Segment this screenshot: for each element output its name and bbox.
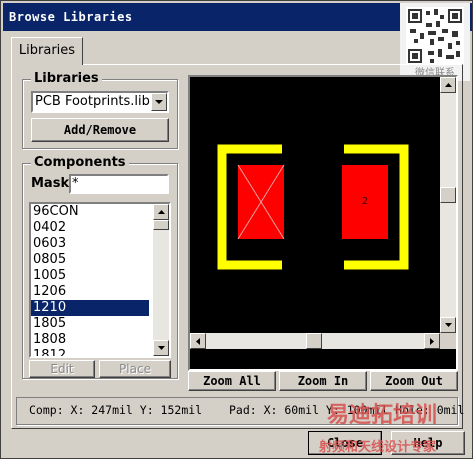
list-item[interactable]: 1206 [31, 284, 149, 300]
list-item[interactable]: 1005 [31, 268, 149, 284]
component-list[interactable]: 96CON 0402 0603 0805 1005 1206 1210 1805 1808 181… [29, 202, 171, 358]
library-dropdown-button[interactable] [151, 93, 167, 111]
tab-libraries-label: Libraries [18, 43, 76, 58]
add-remove-label: Add/Remove [63, 123, 137, 137]
mask-input[interactable]: * [69, 174, 169, 194]
chevron-down-icon [157, 346, 165, 350]
preview-scroll-left-button[interactable] [190, 333, 206, 349]
zoom-in-label: Zoom In [297, 374, 349, 388]
list-item[interactable]: 96CON [31, 204, 149, 220]
place-button[interactable]: Place [99, 360, 171, 378]
scroll-up-button[interactable] [153, 204, 169, 220]
list-item[interactable]: 1808 [31, 332, 149, 348]
brand-watermark: 易迪拓培训 [327, 403, 438, 428]
preview-vscrollbar[interactable] [440, 77, 456, 333]
library-select[interactable]: PCB Footprints.lib [31, 91, 169, 113]
components-group: Components Mask * 96CON 0402 0603 0805 1005 1… [22, 155, 178, 379]
component-list-scroll-thumb[interactable] [153, 220, 169, 230]
footprint-canvas: 2 [190, 77, 436, 349]
component-list-items: 96CON 0402 0603 0805 1005 1206 1210 1805 1808 181… [31, 204, 169, 356]
mask-input-value: * [72, 176, 79, 191]
zoom-all-button[interactable]: Zoom All [188, 371, 276, 391]
qr-code-icon [406, 7, 464, 65]
list-item[interactable]: 0402 [31, 220, 149, 236]
zoom-out-button[interactable]: Zoom Out [370, 371, 458, 391]
chevron-down-icon [444, 323, 452, 327]
zoom-out-label: Zoom Out [385, 374, 443, 388]
preview-scroll-up-button[interactable] [440, 77, 456, 93]
scroll-down-button[interactable] [153, 340, 169, 356]
chevron-down-icon [155, 99, 163, 104]
window-title: Browse Libraries [9, 10, 133, 24]
chevron-left-icon [196, 337, 200, 345]
components-group-legend: Components [31, 155, 129, 170]
browse-libraries-dialog: Browse Libraries 微信联系 Libraries Librarie… [0, 0, 473, 459]
comp-status: Comp: X: 247mil Y: 152mil [29, 403, 203, 417]
zoom-all-label: Zoom All [203, 374, 261, 388]
place-label: Place [119, 362, 151, 376]
chevron-up-icon [444, 83, 452, 87]
edit-button[interactable]: Edit [29, 360, 95, 378]
list-item[interactable]: 1812 [31, 348, 149, 356]
component-list-scrollbar[interactable] [153, 204, 169, 356]
libraries-group-legend: Libraries [31, 71, 102, 86]
chevron-up-icon [157, 210, 165, 214]
list-item[interactable]: 0805 [31, 252, 149, 268]
pad-2-number: 2 [362, 196, 368, 207]
libraries-tab-panel: Libraries PCB Footprints.lib Add/Remove … [11, 64, 463, 429]
tab-libraries[interactable]: Libraries [11, 37, 83, 65]
preview-scroll-down-button[interactable] [440, 317, 456, 333]
brand-tagline: 射频和天线设计专家 [319, 440, 437, 455]
preview-vscroll-thumb[interactable] [440, 187, 456, 203]
list-item[interactable]: 1210 [31, 300, 149, 316]
library-select-value: PCB Footprints.lib [35, 94, 150, 109]
libraries-group: Libraries PCB Footprints.lib Add/Remove [22, 71, 178, 149]
list-item[interactable]: 1805 [31, 316, 149, 332]
chevron-right-icon [430, 337, 434, 345]
preview-hscrollbar[interactable] [190, 333, 440, 349]
edit-label: Edit [50, 362, 74, 376]
scroll-corner [440, 333, 456, 349]
footprint-preview[interactable]: 2 [188, 75, 458, 371]
zoom-in-button[interactable]: Zoom In [279, 371, 367, 391]
mask-label: Mask [31, 176, 70, 191]
preview-hscroll-thumb[interactable] [306, 333, 322, 349]
add-remove-button[interactable]: Add/Remove [31, 118, 169, 142]
list-item[interactable]: 0603 [31, 236, 149, 252]
preview-scroll-right-button[interactable] [424, 333, 440, 349]
